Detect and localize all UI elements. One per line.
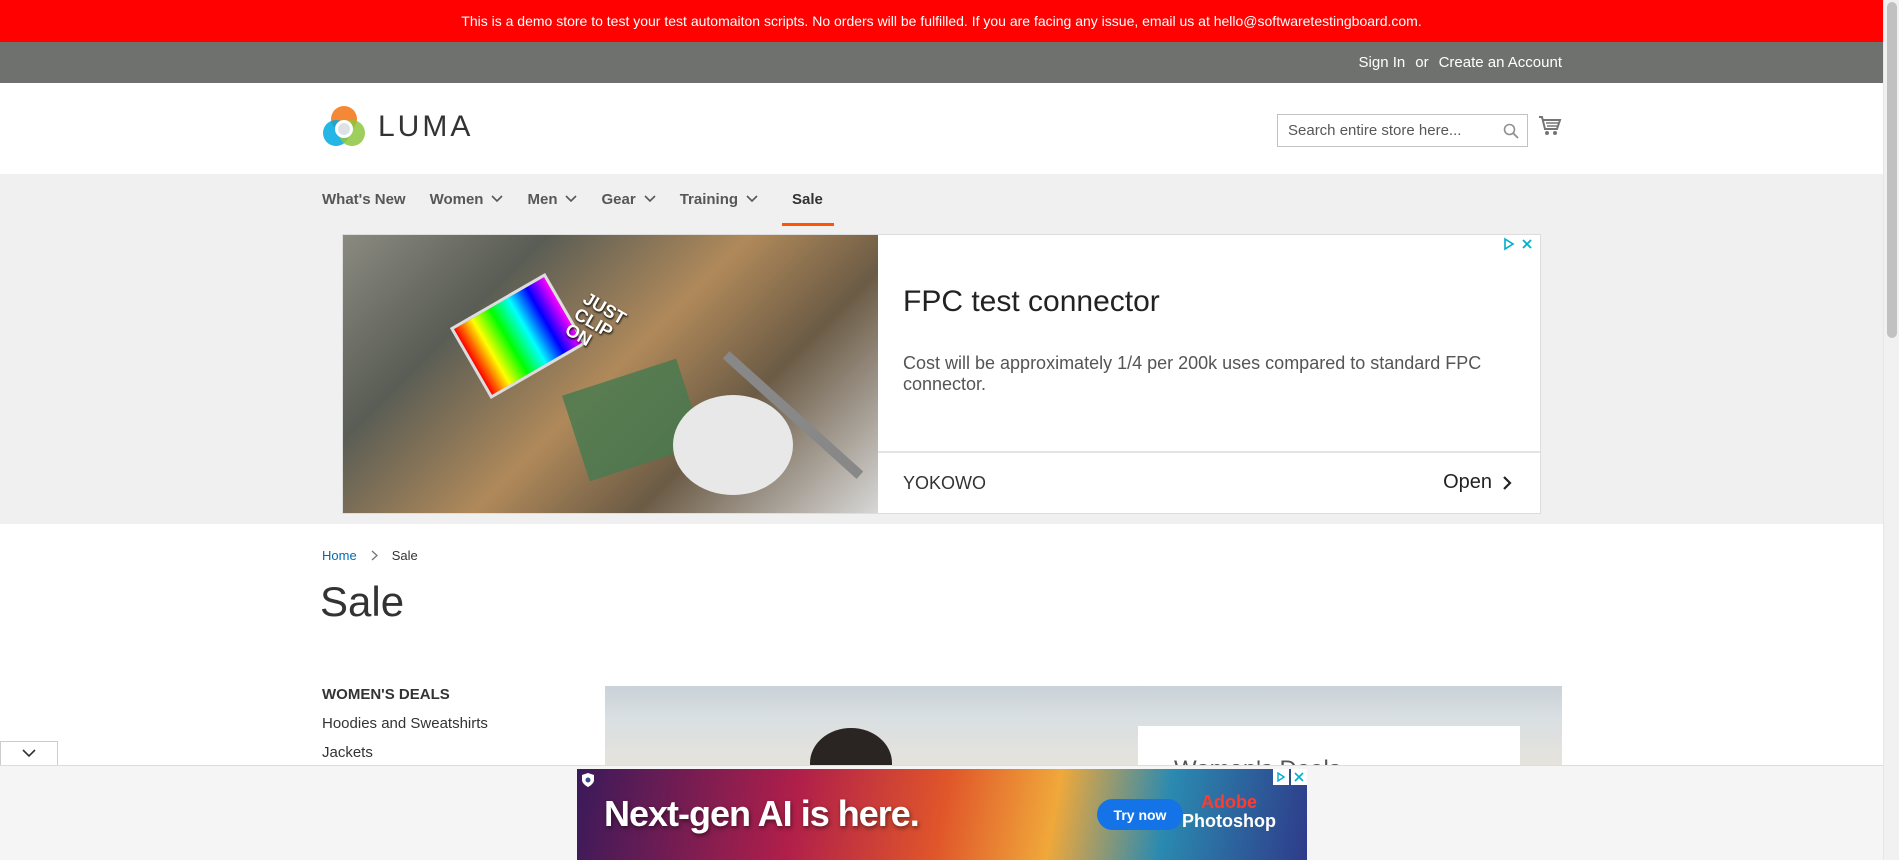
display-ad[interactable]: JUST CLIP ON FPC test connector Cost wil… [342,234,1541,514]
anchor-ad-headline: Next-gen AI is here. [604,793,920,834]
breadcrumb-current: Sale [391,548,418,563]
sidebar-deals: WOMEN'S DEALS Hoodies and Sweatshirts Ja… [322,686,488,773]
sidebar-heading: WOMEN'S DEALS [322,686,450,703]
promo-image [810,728,892,766]
adchoices-icon[interactable] [1502,237,1516,251]
nav-item-sale[interactable]: Sale [782,174,834,226]
chevron-down-icon [491,195,504,203]
nav-item-gear[interactable]: Gear [601,174,656,224]
nav-item-training[interactable]: Training [680,174,758,224]
adchoices-icon[interactable] [1273,769,1289,785]
ad-badges [1502,237,1534,251]
nav-menu: What's New Women Men Gear Training Sale [322,174,847,226]
anchor-ad-badges [1273,769,1307,785]
luma-logo-icon [323,106,365,146]
chevron-down-icon [22,749,36,758]
nav-item-label: Gear [601,190,636,208]
luma-logo-text: LUMA [378,110,474,143]
chevron-down-icon [565,195,578,203]
sidebar-item-hoodies[interactable]: Hoodies and Sweatshirts [322,715,488,732]
adobe-brand-line1: Adobe [1200,792,1257,812]
chevron-right-icon [371,550,378,561]
nav-item-label: What's New [322,190,406,208]
promo-card: Women's Deals [1138,726,1520,766]
ad-body: Cost will be approximately 1/4 per 200k … [903,353,1482,394]
luma-logo[interactable]: LUMA [322,105,473,149]
page-scrollbar[interactable] [1883,0,1899,860]
ad-open-button[interactable]: Open [1443,471,1512,494]
ad-open-label: Open [1443,471,1492,493]
page-title: Sale [320,578,405,625]
close-icon[interactable] [1520,237,1534,251]
search-box [1277,114,1528,147]
breadcrumb: Home Sale [322,548,418,563]
header-panel: Sign In or Create an Account [0,42,1883,83]
ad-shield-icon [582,773,594,787]
search-input[interactable] [1286,121,1503,140]
scrollbar-thumb[interactable] [1887,2,1897,338]
sidebar-item-jackets[interactable]: Jackets [322,744,488,761]
ad-image-text: JUST CLIP ON [561,288,630,351]
search-icon[interactable] [1503,123,1519,139]
adobe-brand-line2: Photoshop [1182,811,1276,831]
adobe-photoshop-brand: Adobe Photoshop [1182,793,1276,831]
ad-brand[interactable]: YOKOWO [903,473,986,494]
ad-image[interactable]: JUST CLIP ON [343,235,878,513]
header-links: Sign In or Create an Account [1359,54,1562,71]
ad-headline[interactable]: FPC test connector [903,285,1160,319]
nav-item-label: Sale [792,190,823,208]
nav-item-women[interactable]: Women [430,174,504,224]
nav-item-label: Men [527,190,558,208]
sign-in-link[interactable]: Sign In [1359,54,1406,71]
close-icon[interactable] [1291,769,1307,785]
create-account-link[interactable]: Create an Account [1439,54,1562,71]
chevron-down-icon [644,195,656,203]
anchor-ad[interactable]: Next-gen AI is here. Try now Adobe Photo… [577,769,1307,860]
shopping-cart-icon[interactable] [1538,115,1562,137]
nav-item-label: Women [429,190,484,208]
chevron-down-icon [746,195,758,203]
ad-footer: YOKOWO Open [878,451,1540,513]
demo-notice: This is a demo store to test your test a… [0,0,1883,42]
try-now-button[interactable]: Try now [1097,799,1183,830]
nav-item-whats-new[interactable]: What's New [322,174,406,224]
ad-glove [673,395,793,495]
demo-notice-text: This is a demo store to test your test a… [461,13,1422,29]
womens-deals-promo[interactable]: Women's Deals [605,686,1562,766]
nav-item-label: Training [679,190,739,208]
header-or-text: or [1415,54,1429,71]
header-content: LUMA [0,83,1883,174]
collapse-ad-button[interactable] [0,741,58,765]
nav-item-men[interactable]: Men [527,174,578,224]
breadcrumb-home[interactable]: Home [322,548,357,563]
chevron-right-icon [1503,475,1512,490]
